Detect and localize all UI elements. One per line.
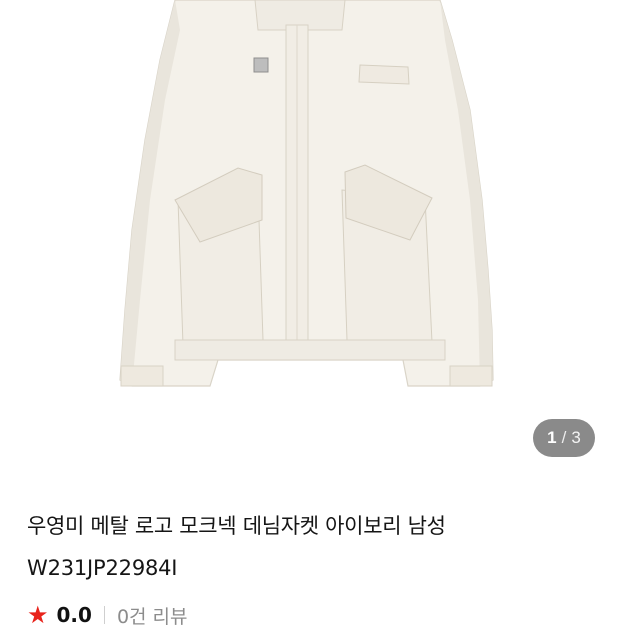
rating-row[interactable]: ★ 0.0 0건 리뷰 — [27, 600, 188, 630]
image-pager: 1 / 3 — [533, 419, 595, 457]
product-image[interactable]: 1 / 3 — [0, 0, 620, 478]
rating-score: 0.0 — [56, 603, 92, 627]
rating-divider — [103, 606, 105, 624]
jacket-image — [119, 0, 494, 387]
review-count-link[interactable]: 0건 리뷰 — [117, 602, 188, 629]
product-title: 우영미 메탈 로고 모크넥 데님자켓 아이보리 남성 — [27, 514, 446, 538]
product-code: W231JP22984I — [27, 556, 178, 580]
star-icon: ★ — [27, 601, 49, 629]
pager-separator: / — [561, 428, 567, 447]
pager-total: 3 — [571, 428, 581, 447]
pager-current: 1 — [547, 428, 557, 447]
